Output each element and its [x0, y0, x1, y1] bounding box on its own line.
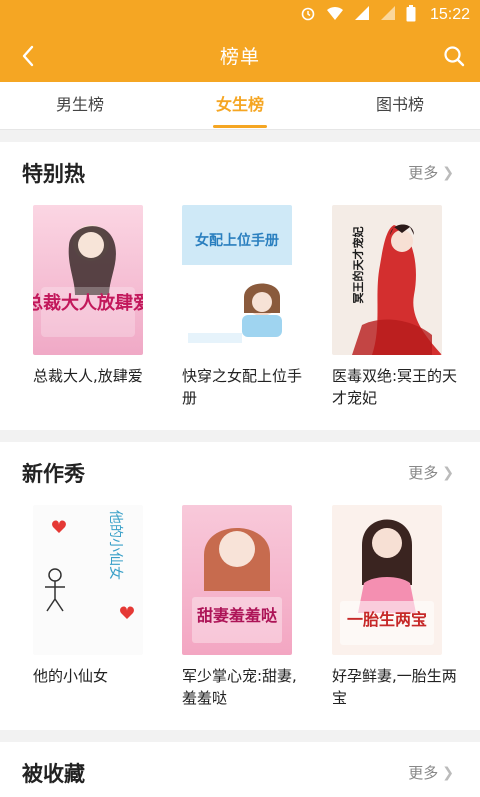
tab-books[interactable]: 图书榜	[320, 82, 480, 130]
chevron-right-icon: ❯	[442, 464, 454, 481]
book-cover: 总裁大人放肆爱	[33, 205, 143, 355]
more-label: 更多	[408, 164, 439, 182]
book-cover: 一胎生两宝	[332, 505, 442, 655]
tab-male-label: 男生榜	[55, 95, 104, 114]
book-item[interactable]: 一胎生两宝 好孕鲜妻,一胎生两宝	[332, 505, 460, 709]
search-button[interactable]	[436, 38, 472, 74]
status-bar: 15:22	[0, 0, 480, 30]
book-cover: 女配上位手册	[182, 205, 292, 355]
book-item[interactable]: 女配上位手册 快穿之女配上位手册	[182, 205, 310, 409]
search-icon	[444, 46, 465, 67]
section-header: 被收藏 更多 ❯	[0, 742, 480, 797]
status-time: 15:22	[429, 6, 470, 23]
book-cover: 甜妻羞羞哒	[182, 505, 292, 655]
section-header: 特别热 更多 ❯	[0, 142, 480, 202]
more-button[interactable]: 更多 ❯	[408, 762, 454, 783]
tab-active-indicator	[213, 125, 267, 128]
wifi-icon	[326, 5, 344, 25]
section-hot: 特别热 更多 ❯ 总裁大人放肆爱 总裁大人,放肆爱 女配上位手册 快穿之女配上位…	[0, 142, 480, 430]
signal-weak-icon	[380, 5, 396, 25]
tab-male[interactable]: 男生榜	[0, 82, 160, 130]
section-favorited: 被收藏 更多 ❯	[0, 742, 480, 797]
book-cover: 冥王的天才宠妃	[332, 205, 442, 355]
signal-icon	[354, 5, 370, 25]
section-title: 特别热	[22, 162, 85, 186]
battery-icon	[406, 4, 416, 26]
book-title: 好孕鲜妻,一胎生两宝	[332, 667, 457, 707]
book-title: 他的小仙女	[33, 667, 109, 685]
more-button[interactable]: 更多 ❯	[408, 162, 454, 183]
more-label: 更多	[408, 764, 439, 782]
section-new: 新作秀 更多 ❯ 他的小仙女 他的小仙女 甜妻羞羞哒 军少掌心宠:甜妻,羞羞哒 …	[0, 442, 480, 730]
tab-bar: 男生榜 女生榜 图书榜	[0, 82, 480, 130]
chevron-right-icon: ❯	[442, 764, 454, 781]
cover-title: 总裁大人放肆爱	[33, 292, 143, 314]
section-title: 新作秀	[22, 462, 85, 486]
cover-title: 他的小仙女	[107, 510, 124, 580]
book-cover: 他的小仙女	[33, 505, 143, 655]
book-title: 总裁大人,放肆爱	[33, 367, 143, 385]
book-title: 军少掌心宠:甜妻,羞羞哒	[182, 667, 297, 707]
more-label: 更多	[408, 464, 439, 482]
tab-female-label: 女生榜	[215, 95, 264, 114]
tab-books-label: 图书榜	[375, 95, 424, 114]
more-button[interactable]: 更多 ❯	[408, 462, 454, 483]
section-title: 被收藏	[22, 762, 85, 786]
cover-title: 冥王的天才宠妃	[351, 227, 365, 304]
book-title: 快穿之女配上位手册	[182, 367, 303, 407]
tab-female[interactable]: 女生榜	[160, 82, 320, 130]
section-header: 新作秀 更多 ❯	[0, 442, 480, 502]
cover-title: 甜妻羞羞哒	[197, 606, 278, 625]
alarm-icon	[300, 5, 316, 25]
cover-title: 女配上位手册	[195, 232, 279, 249]
cover-title: 一胎生两宝	[347, 610, 427, 629]
book-title: 医毒双绝:冥王的天才宠妃	[332, 367, 458, 407]
book-item[interactable]: 冥王的天才宠妃 医毒双绝:冥王的天才宠妃	[332, 205, 460, 409]
status-icons: 15:22	[300, 4, 470, 26]
book-item[interactable]: 甜妻羞羞哒 军少掌心宠:甜妻,羞羞哒	[182, 505, 310, 709]
app-bar: 榜单	[0, 30, 480, 82]
chevron-right-icon: ❯	[442, 164, 454, 181]
page-title: 榜单	[219, 46, 260, 68]
book-item[interactable]: 他的小仙女 他的小仙女	[33, 505, 161, 687]
book-item[interactable]: 总裁大人放肆爱 总裁大人,放肆爱	[33, 205, 161, 387]
